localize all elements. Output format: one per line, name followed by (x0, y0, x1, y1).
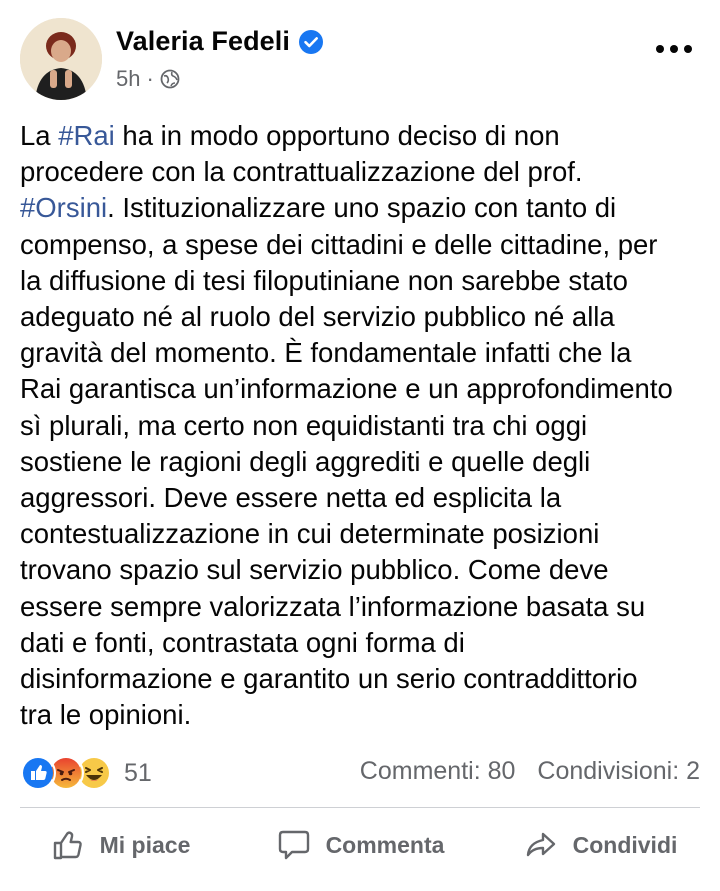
verified-badge-icon (298, 29, 324, 55)
author-name[interactable]: Valeria Fedeli (116, 26, 324, 57)
like-reaction-icon (20, 755, 56, 791)
comment-bubble-icon (278, 830, 309, 860)
actions-divider (20, 807, 700, 808)
meta-separator: · (146, 66, 154, 91)
post-text-segment: La (20, 120, 59, 151)
like-button[interactable]: Mi piace (0, 815, 240, 875)
hashtag-rai-link[interactable]: #Rai (58, 120, 115, 151)
share-button-label: Condividi (572, 831, 678, 858)
post-header: Valeria Fedeli 5h · (0, 0, 720, 110)
reaction-count[interactable]: 51 (124, 759, 152, 788)
author-avatar[interactable] (20, 18, 102, 100)
more-dot (656, 45, 664, 53)
comment-button[interactable]: Commenta (240, 815, 480, 875)
post-stats: 51 Commenti: 80 Condivisioni: 2 (0, 752, 720, 796)
post-actions-bar: Mi piace Commenta Condividi (0, 815, 720, 875)
post-text-segment: . Istituzionalizzare uno spazio con tant… (20, 192, 673, 731)
more-options-icon[interactable] (656, 42, 692, 56)
more-dot (670, 45, 678, 53)
like-button-label: Mi piace (99, 831, 191, 858)
thumbs-up-icon (53, 831, 82, 860)
engagement-counts: Commenti: 80 Condivisioni: 2 (360, 757, 700, 786)
post-meta: 5h · (116, 66, 180, 92)
more-dot (684, 45, 692, 53)
share-arrow-icon (526, 832, 555, 857)
post-time[interactable]: 5h (116, 66, 140, 92)
post-text: La #Rai ha in modo opportuno deciso di n… (20, 118, 710, 733)
shares-count-link[interactable]: Condivisioni: 2 (537, 757, 700, 786)
reactions-summary[interactable]: 51 (20, 755, 152, 791)
comment-button-label: Commenta (325, 831, 445, 858)
author-name-label[interactable]: Valeria Fedeli (116, 26, 290, 57)
globe-icon (160, 69, 180, 89)
comments-count-link[interactable]: Commenti: 80 (360, 757, 516, 786)
share-button[interactable]: Condividi (480, 815, 720, 875)
hashtag-orsini-link[interactable]: #Orsini (20, 192, 107, 223)
